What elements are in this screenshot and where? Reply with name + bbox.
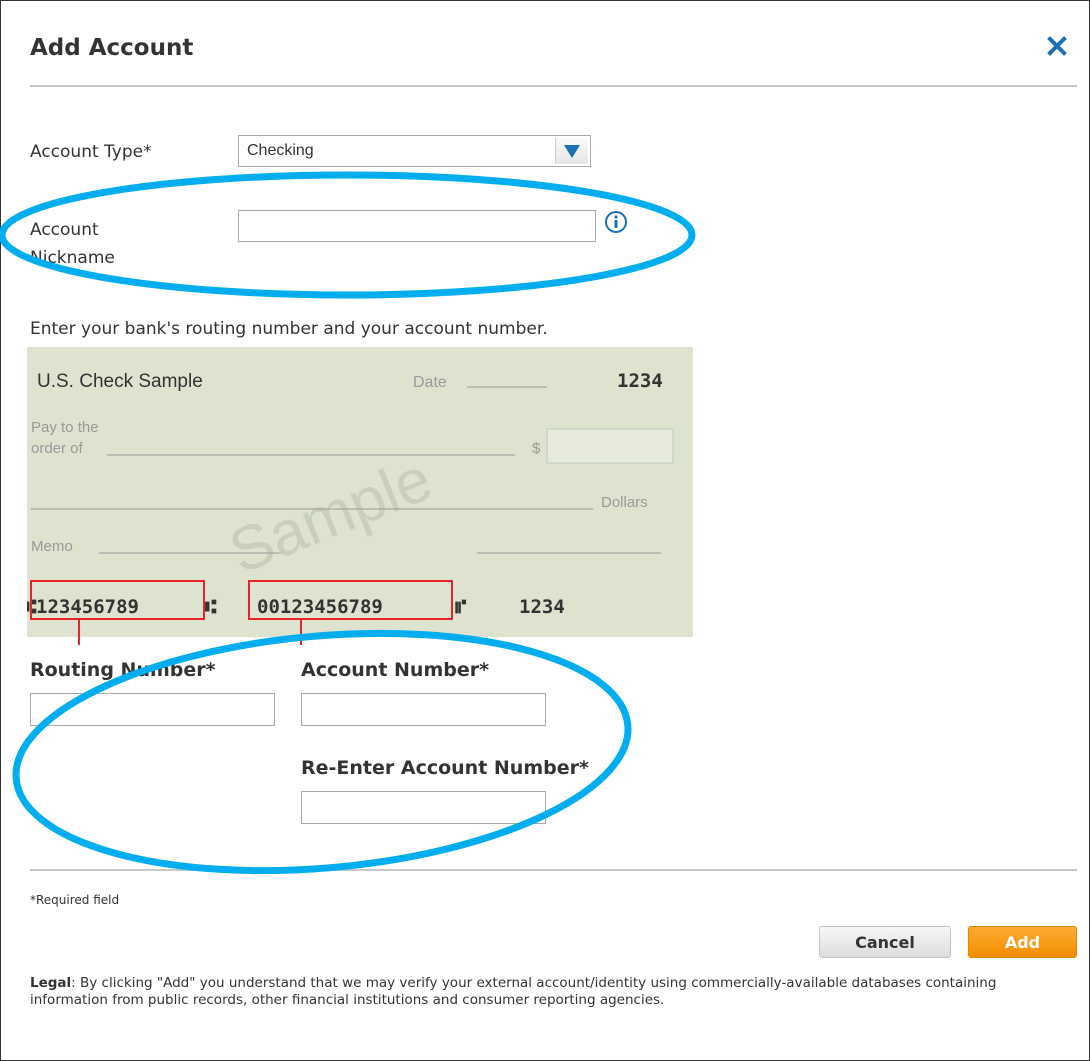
micr-routing-close-symbol: ⑆ — [205, 596, 217, 618]
check-memo-label: Memo — [31, 538, 73, 555]
routing-number-input[interactable] — [30, 693, 275, 726]
check-dollar-sign: $ — [532, 440, 541, 457]
cancel-button[interactable]: Cancel — [819, 926, 951, 958]
check-date-label: Date — [413, 374, 447, 391]
footer-divider — [30, 869, 1077, 871]
routing-number-label: Routing Number* — [30, 659, 216, 681]
account-type-label: Account Type* — [30, 142, 152, 162]
micr-account-symbol: ⑈ — [455, 596, 467, 618]
info-icon[interactable] — [604, 210, 628, 234]
account-number-input[interactable] — [301, 693, 546, 726]
micr-routing-number: 123456789 — [36, 596, 139, 618]
add-button[interactable]: Add — [968, 926, 1077, 958]
nickname-input[interactable] — [238, 210, 596, 242]
reenter-account-number-input[interactable] — [301, 791, 546, 824]
required-field-note: *Required field — [30, 893, 120, 907]
title-divider — [30, 85, 1077, 87]
nickname-label-line2: Nickname — [30, 248, 115, 268]
routing-instructions: Enter your bank's routing number and you… — [30, 319, 548, 339]
check-pay-to-line1: Pay to the — [31, 419, 99, 436]
check-number: 1234 — [617, 370, 663, 392]
account-type-select[interactable]: Checking — [238, 135, 591, 167]
add-account-dialog: Add Account Account Type* Checking Accou… — [0, 0, 1090, 1061]
chevron-down-icon[interactable] — [555, 138, 588, 164]
close-icon[interactable] — [1046, 35, 1068, 57]
check-sample-image: Sample U.S. Check Sample Date 1234 Pay t… — [27, 347, 693, 637]
legal-disclaimer: Legal: By clicking "Add" you understand … — [30, 975, 1070, 1009]
legal-label: Legal — [30, 975, 72, 991]
reenter-account-number-label: Re-Enter Account Number* — [301, 757, 589, 779]
dialog-title: Add Account — [30, 35, 194, 61]
nickname-label-line1: Account — [30, 220, 99, 240]
micr-check-number: 1234 — [519, 596, 565, 618]
account-number-label: Account Number* — [301, 659, 490, 681]
legal-text: : By clicking "Add" you understand that … — [30, 975, 997, 1008]
check-heading: U.S. Check Sample — [37, 371, 203, 392]
check-pay-to-line2: order of — [31, 440, 84, 457]
account-type-value: Checking — [247, 142, 314, 159]
micr-account-number: 00123456789 — [257, 596, 383, 618]
check-dollars-label: Dollars — [601, 494, 648, 511]
